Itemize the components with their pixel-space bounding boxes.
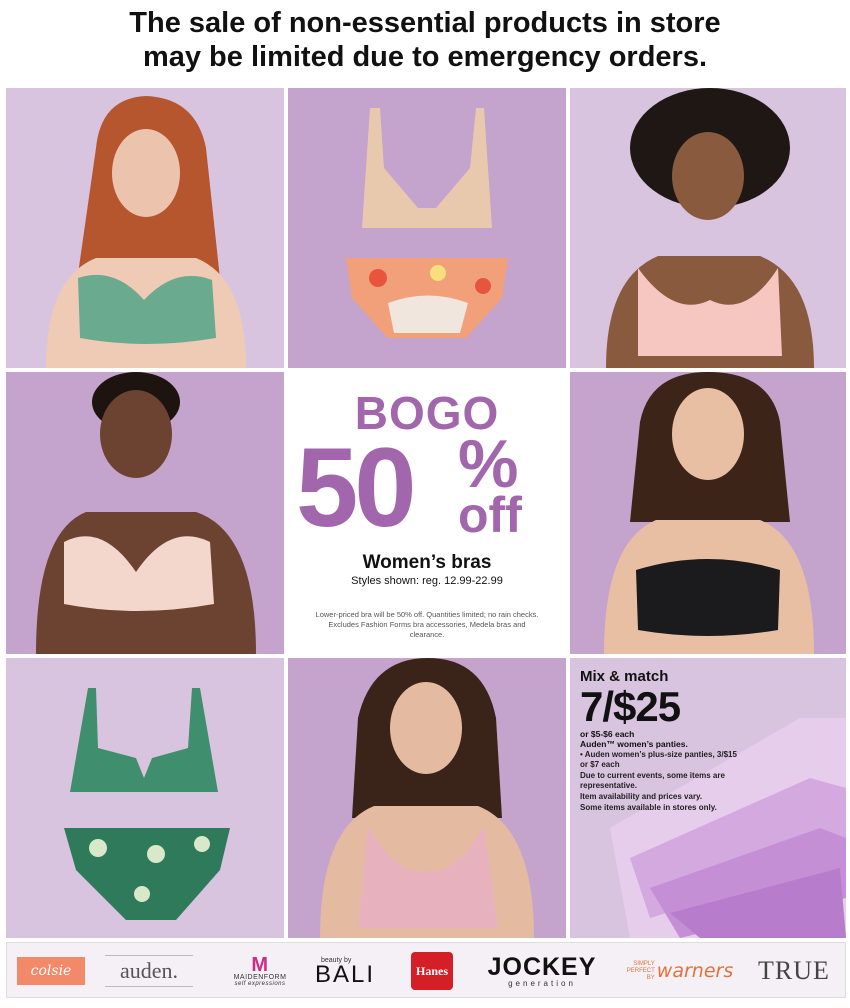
mix-match-availability: Item availability and prices vary. bbox=[580, 792, 703, 801]
mix-match-each-price: or $5-$6 each bbox=[580, 729, 635, 739]
mix-match-stores-only: Some items available in stores only. bbox=[580, 803, 717, 812]
mix-match-offer: Mix & match 7/$25 or $5-$6 each Auden™ w… bbox=[580, 668, 740, 813]
jockey-generation: generation bbox=[508, 978, 576, 988]
mix-match-panties-tile[interactable]: Mix & match 7/$25 or $5-$6 each Auden™ w… bbox=[570, 658, 846, 938]
auden-logo[interactable]: auden. bbox=[105, 955, 193, 987]
mix-match-price: 7/$25 bbox=[580, 683, 681, 730]
promo-fifty-text: 50 bbox=[296, 425, 417, 550]
model-black-strapless-bra-photo bbox=[570, 372, 846, 654]
model-pink-lace-bralette-tile[interactable] bbox=[288, 658, 566, 938]
brand-logo-bar: colsie auden. M MAIDENFORM self expressi… bbox=[6, 942, 846, 998]
mix-match-representative: Due to current events, some items are re… bbox=[580, 771, 725, 790]
model-blush-lace-bra-photo bbox=[6, 372, 284, 654]
warners-logo[interactable]: SIMPLY PERFECT BY warners bbox=[617, 951, 737, 991]
warners-small-text: SIMPLY PERFECT BY bbox=[626, 960, 655, 981]
warners-wordmark: warners bbox=[656, 960, 734, 982]
maidenform-mark: M bbox=[251, 953, 269, 976]
hanes-logo[interactable]: Hanes bbox=[411, 952, 453, 990]
green-bra-floral-panty-photo bbox=[6, 658, 284, 938]
jockey-logo[interactable]: JOCKEY generation bbox=[485, 951, 599, 991]
promo-off-text: off bbox=[458, 487, 522, 543]
promo-fine-print: Lower-priced bra will be 50% off. Quanti… bbox=[315, 610, 539, 639]
maidenform-tagline: self expressions bbox=[234, 980, 286, 987]
model-pink-lace-bralette-photo bbox=[288, 658, 566, 938]
nude-bralette-floral-panty-photo bbox=[288, 88, 566, 368]
advisory-line-2: may be limited due to emergency orders. bbox=[142, 41, 708, 73]
advisory-line-1: The sale of non-essential products in st… bbox=[129, 7, 721, 39]
model-blush-lace-bra-tile[interactable] bbox=[6, 372, 284, 654]
jockey-wordmark: JOCKEY bbox=[487, 952, 597, 981]
advisory-header: The sale of non-essential products in st… bbox=[0, 6, 850, 86]
bralette-panty-tile[interactable] bbox=[288, 88, 566, 368]
bali-wordmark: BALI bbox=[314, 960, 376, 988]
maidenform-wordmark: MAIDENFORM bbox=[233, 973, 287, 981]
model-pink-bralette-photo bbox=[570, 88, 846, 368]
model-black-strapless-tile[interactable] bbox=[570, 372, 846, 654]
true-logo[interactable]: TRUE bbox=[751, 951, 837, 991]
mix-match-product: Auden™ women’s panties. bbox=[580, 739, 688, 749]
green-bra-panty-tile[interactable] bbox=[6, 658, 284, 938]
model-pink-bralette-tile[interactable] bbox=[570, 88, 846, 368]
bali-logo[interactable]: beauty by BALI bbox=[313, 951, 377, 991]
bogo-promo-panel[interactable]: BOGO 50 % off Women’s bras Styles shown:… bbox=[288, 372, 566, 654]
mix-match-plus-size: • Auden women’s plus-size panties, 3/$15… bbox=[580, 750, 737, 769]
promo-subtitle: Styles shown: reg. 12.99-22.99 bbox=[351, 575, 503, 587]
maidenform-logo[interactable]: M MAIDENFORM self expressions bbox=[217, 951, 303, 991]
model-green-bra-photo bbox=[6, 88, 284, 368]
colsie-logo[interactable]: colsie bbox=[17, 957, 85, 985]
model-green-bra-tile[interactable] bbox=[6, 88, 284, 368]
promo-title: Women’s bras bbox=[362, 552, 492, 573]
